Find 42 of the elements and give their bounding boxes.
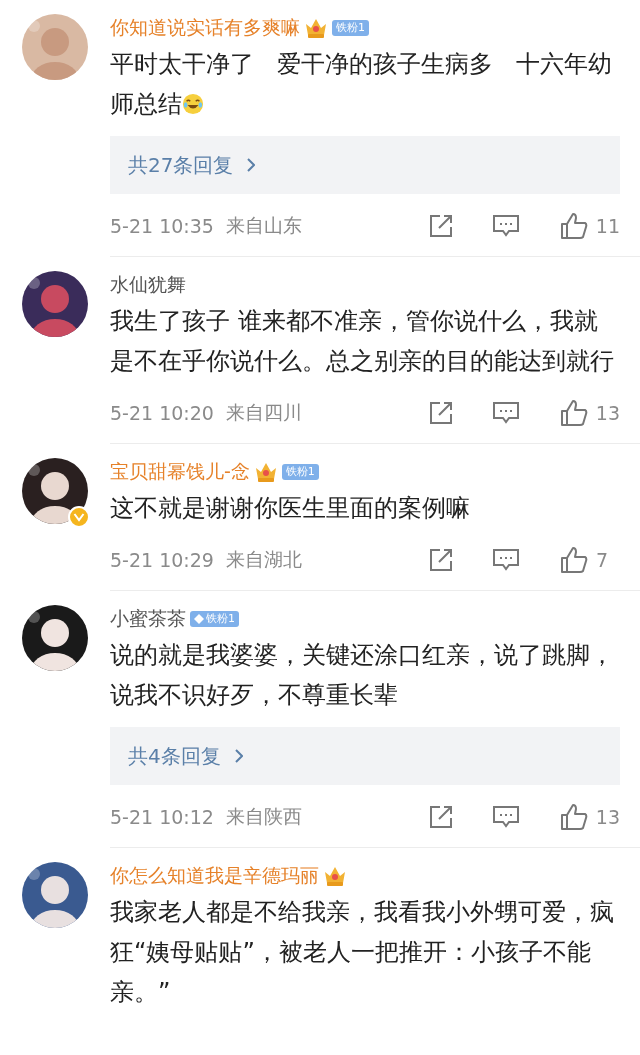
comment-icon[interactable] — [491, 400, 520, 426]
share-icon[interactable] — [428, 547, 454, 573]
username[interactable]: 水仙犹舞 — [110, 272, 186, 298]
thumbs-up-icon[interactable] — [560, 546, 588, 574]
comment-text: 我家老人都是不给我亲，我看我小外甥可爱，疯狂“姨母贴贴”，被老人一把推开：小孩子不能亲。” — [110, 898, 614, 1006]
comment-icon[interactable] — [491, 213, 520, 239]
thumbs-up-icon[interactable] — [559, 399, 588, 427]
share-icon[interactable] — [427, 400, 454, 426]
thumbs-up-icon[interactable] — [559, 803, 588, 831]
thumbs-up-icon[interactable] — [559, 212, 588, 240]
share-icon[interactable] — [427, 213, 454, 239]
username[interactable]: 小蜜茶茶 — [110, 606, 186, 632]
chevron-right-icon — [234, 749, 243, 763]
like-count: 7 — [596, 549, 610, 571]
username[interactable]: 你知道说实话有多爽嘛 — [110, 15, 300, 41]
comment-location: 来自湖北 — [225, 547, 302, 572]
comment-text: 这不就是谢谢你医生里面的案例嘛 — [110, 494, 470, 522]
comment-icon[interactable] — [491, 804, 520, 830]
comment-time: 5-21 10:12 — [110, 806, 214, 828]
username[interactable]: 宝贝甜幂饯儿-念 — [110, 459, 250, 485]
fan-badge-label: 铁粉1 — [336, 21, 365, 35]
comment-location: 来自山东 — [225, 213, 302, 238]
comment-time: 5-21 10:35 — [110, 215, 214, 237]
fan-badge-label: 铁粉1 — [285, 465, 315, 479]
username[interactable]: 你怎么知道我是辛德玛丽 — [110, 863, 319, 889]
diamond-icon — [194, 614, 204, 624]
like-count: 13 — [595, 402, 620, 424]
comment-text: 说的就是我婆婆，关键还涂口红亲，说了跳脚，说我不识好歹，不尊重长辈 — [110, 641, 614, 709]
share-icon[interactable] — [427, 804, 454, 830]
comment-location: 来自陕西 — [225, 804, 302, 829]
comment-location: 来自四川 — [225, 400, 302, 425]
like-count: 11 — [595, 215, 620, 237]
comment-time: 5-21 10:20 — [110, 402, 214, 424]
chevron-right-icon — [247, 158, 256, 172]
like-count: 13 — [595, 806, 620, 828]
replies-link[interactable]: 共27条回复 — [110, 136, 620, 194]
fan-badge-label: 铁粉1 — [206, 612, 235, 626]
comment-icon[interactable] — [492, 547, 520, 573]
comment-time: 5-21 10:29 — [110, 549, 214, 571]
comment-text: 我生了孩子 谁来都不准亲，管你说什么，我就是不在乎你说什么。总之别亲的目的能达到就行 — [110, 307, 614, 375]
replies-link[interactable]: 共4条回复 — [110, 727, 620, 785]
comment-text: 平时太干净了 爱干净的孩子生病多 十六年幼师总结 — [110, 50, 612, 118]
